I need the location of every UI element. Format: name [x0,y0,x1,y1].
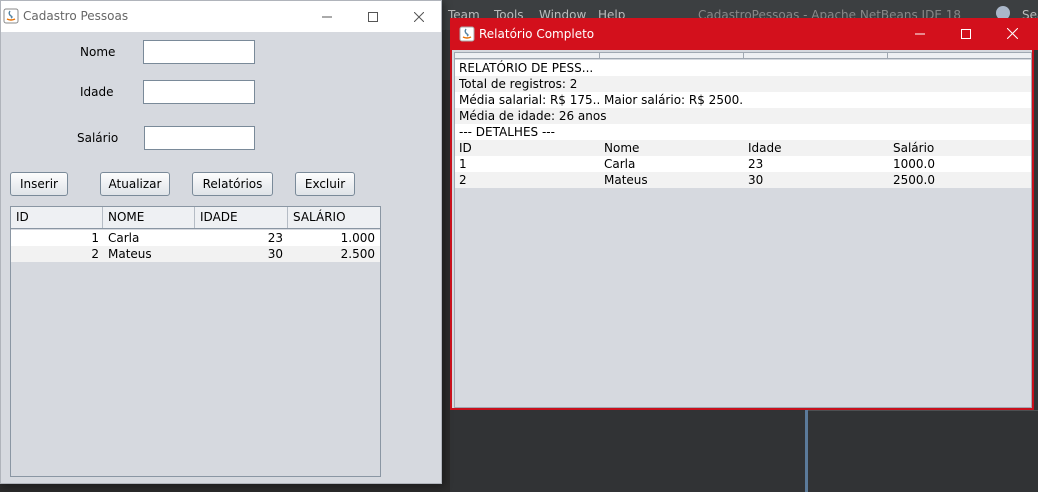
cell-salario: 2.500 [340,247,375,261]
minimize-button[interactable] [897,18,943,49]
nome-field[interactable] [143,40,255,64]
detail-header-salario: Salário [893,141,935,155]
relatorio-table-header [455,53,1031,59]
close-icon [414,11,424,22]
table-header: ID NOME IDADE SALÁRIO [11,207,380,229]
cell-idade: 23 [267,231,283,245]
minimize-icon [322,16,332,17]
java-app-icon [459,26,475,42]
detail-header-idade: Idade [748,141,782,155]
excluir-button[interactable]: Excluir [295,172,355,196]
atualizar-button[interactable]: Atualizar [100,172,170,196]
column-header-id[interactable]: ID [11,207,103,228]
pessoas-table[interactable]: ID NOME IDADE SALÁRIO 1 Carla 23 1.000 2… [10,206,381,477]
inserir-button[interactable]: Inserir [10,172,68,196]
nome-label: Nome [80,45,116,59]
cell-salario: 1.000 [340,231,375,245]
relatorio-heading: RELATÓRIO DE PESS... [459,61,594,75]
netbeans-divider [805,410,808,492]
detail-cell-id: 1 [459,157,467,171]
java-app-icon [3,8,19,24]
table-row[interactable]: 1 Carla 23 1.000 [11,230,380,246]
idade-label: Idade [80,85,114,99]
column-header-idade[interactable]: IDADE [195,207,288,228]
relatorio-titlebar[interactable]: Relatório Completo [450,18,1038,50]
cadastro-pessoas-window: Cadastro Pessoas Nome Idade Salário Inse… [0,0,442,484]
relatorio-row[interactable]: Média de idade: 26 anos [455,108,1031,124]
relatorio-row[interactable]: RELATÓRIO DE PESS... [455,60,1031,76]
column-header-nome[interactable]: NOME [103,207,195,228]
relatorio-table[interactable]: RELATÓRIO DE PESS... Total de registros:… [454,52,1032,408]
detail-cell-nome: Carla [604,157,636,171]
detail-cell-salario: 1000.0 [893,157,935,171]
cell-nome: Mateus [108,247,152,261]
close-button[interactable] [989,18,1035,49]
detalhes-separator: --- DETALHES --- [459,125,555,139]
relatorio-row[interactable]: 1 Carla 23 1000.0 [455,156,1031,172]
cadastro-window-title: Cadastro Pessoas [23,9,129,23]
detail-header-id: ID [459,141,472,155]
detail-header-nome: Nome [604,141,640,155]
cell-nome: Carla [108,231,140,245]
detail-cell-id: 2 [459,173,467,187]
total-registros: Total de registros: 2 [459,77,578,91]
relatorio-row[interactable]: --- DETALHES --- [455,124,1031,140]
maximize-button[interactable] [350,1,396,32]
salario-field[interactable] [144,126,255,150]
relatorio-completo-window: Relatório Completo RELATÓRIO DE PESS... … [450,18,1038,410]
detail-cell-idade: 23 [748,157,764,171]
relatorio-row[interactable]: 2 Mateus 30 2500.0 [455,172,1031,188]
table-row[interactable]: 2 Mateus 30 2.500 [11,246,380,262]
cell-id: 2 [91,247,99,261]
salario-label: Salário [77,131,119,145]
maximize-icon [368,11,378,22]
column-header-salario[interactable]: SALÁRIO [288,207,380,228]
maior-salario: Maior salário: R$ 2500... [604,93,744,107]
detail-cell-nome: Mateus [604,173,648,187]
cadastro-titlebar[interactable]: Cadastro Pessoas [1,1,441,32]
relatorio-row[interactable]: Total de registros: 2 [455,76,1031,92]
relatorio-row[interactable]: ID Nome Idade Salário [455,140,1031,156]
close-icon [1006,28,1018,39]
relatorios-button[interactable]: Relatórios [192,172,273,196]
maximize-button[interactable] [943,18,989,49]
close-button[interactable] [396,1,442,32]
detail-cell-idade: 30 [748,173,764,187]
minimize-icon [915,33,925,34]
cell-id: 1 [91,231,99,245]
relatorio-window-title: Relatório Completo [479,27,595,41]
media-salarial: Média salarial: R$ 175... [459,93,599,107]
idade-field[interactable] [143,80,255,104]
maximize-icon [961,28,971,39]
relatorio-row[interactable]: Média salarial: R$ 175... Maior salário:… [455,92,1031,108]
minimize-button[interactable] [304,1,350,32]
detail-cell-salario: 2500.0 [893,173,935,187]
media-idade: Média de idade: 26 anos [459,109,607,123]
cell-idade: 30 [267,247,283,261]
netbeans-divider [808,410,1038,411]
